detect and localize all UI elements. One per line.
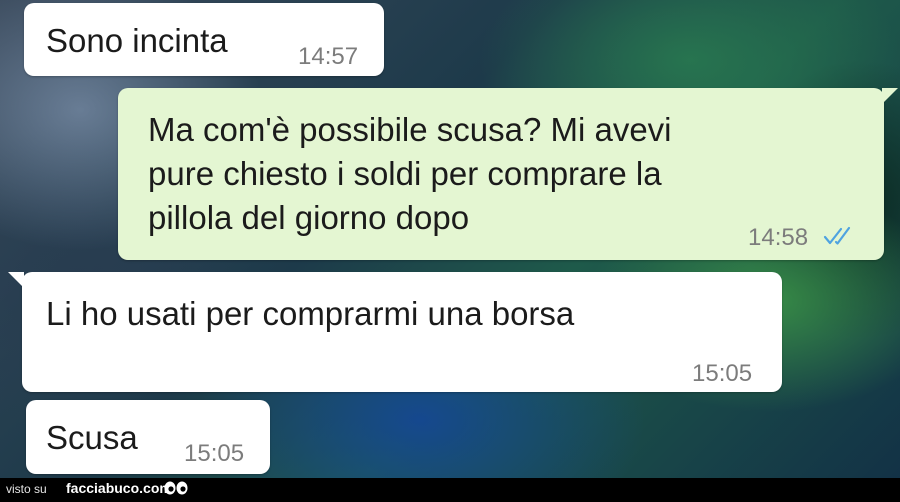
message-line: pillola del giorno dopo: [148, 199, 470, 236]
message-text: Scusa: [46, 419, 138, 456]
watermark-bar: visto su facciabuco.com: [0, 478, 900, 502]
message-line: Ma com'è possibile scusa? Mi avevi: [148, 111, 672, 148]
watermark-prefix: visto su: [6, 482, 47, 496]
message-text: Sono incinta: [46, 22, 228, 59]
message-bubble-incoming[interactable]: Sono incinta 14:57: [24, 3, 384, 76]
message-time: 15:05: [184, 440, 245, 467]
message-time: 15:05: [692, 360, 753, 387]
message-bubble-incoming[interactable]: Li ho usati per comprarmi una borsa 15:0…: [8, 272, 782, 392]
message-line: pure chiesto i soldi per comprare la: [148, 155, 662, 192]
message-time: 14:57: [298, 43, 359, 70]
message-bubble-outgoing[interactable]: Ma com'è possibile scusa? Mi avevi pure …: [118, 88, 898, 260]
eyes-icon: [164, 481, 188, 495]
message-time: 14:58: [748, 224, 809, 251]
message-text: Ma com'è possibile scusa? Mi avevi pure …: [148, 108, 672, 240]
message-bubble-incoming[interactable]: Scusa 15:05: [26, 400, 270, 474]
message-text: Li ho usati per comprarmi una borsa: [46, 295, 575, 332]
watermark-brand[interactable]: facciabuco.com: [66, 480, 172, 496]
double-check-read-icon: [823, 226, 851, 245]
